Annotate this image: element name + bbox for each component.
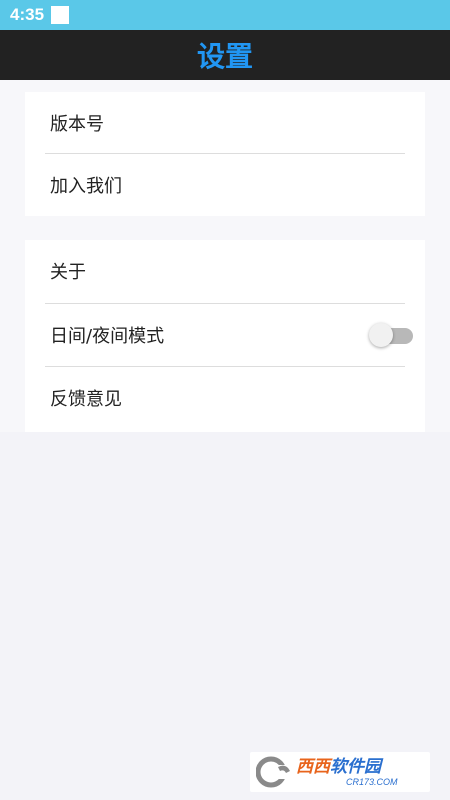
- spacer: [0, 80, 25, 432]
- day-night-toggle[interactable]: [369, 323, 413, 347]
- settings-item-label: 加入我们: [50, 176, 122, 197]
- settings-item-join-us[interactable]: 加入我们: [25, 154, 425, 216]
- status-time: 4:35: [10, 5, 45, 24]
- cr-logo-icon: [255, 755, 294, 789]
- settings-item-label: 反馈意见: [50, 389, 122, 410]
- settings-group-2: 关于 日间/夜间模式 反馈意见: [25, 240, 425, 430]
- spacer: [0, 80, 450, 92]
- watermark-cn-left: 西西: [296, 757, 330, 777]
- watermark-en: CR173.COM: [346, 777, 398, 787]
- settings-item-label: 日间/夜间模式: [50, 326, 165, 347]
- page-title: 设置: [196, 40, 253, 73]
- watermark-text: 西西软件园 CR173.COM: [296, 757, 398, 787]
- app-header: 设置: [0, 30, 450, 80]
- watermark-logo: 西西软件园 CR173.COM: [250, 752, 430, 792]
- settings-item-about[interactable]: 关于: [25, 240, 425, 302]
- settings-group-1: 版本号 加入我们: [25, 92, 425, 216]
- settings-item-label: 关于: [50, 262, 86, 283]
- spacer: [0, 216, 450, 240]
- settings-item-version[interactable]: 版本号: [25, 92, 425, 154]
- spacer: [425, 80, 450, 432]
- watermark-cn-right: 软件园: [330, 757, 381, 777]
- notification-icon: [51, 6, 70, 24]
- status-bar: 4:35: [0, 0, 450, 30]
- settings-item-label: 版本号: [50, 114, 104, 135]
- toggle-knob: [369, 323, 393, 347]
- settings-item-day-night-mode[interactable]: 日间/夜间模式: [25, 304, 425, 366]
- settings-item-feedback[interactable]: 反馈意见: [25, 367, 425, 429]
